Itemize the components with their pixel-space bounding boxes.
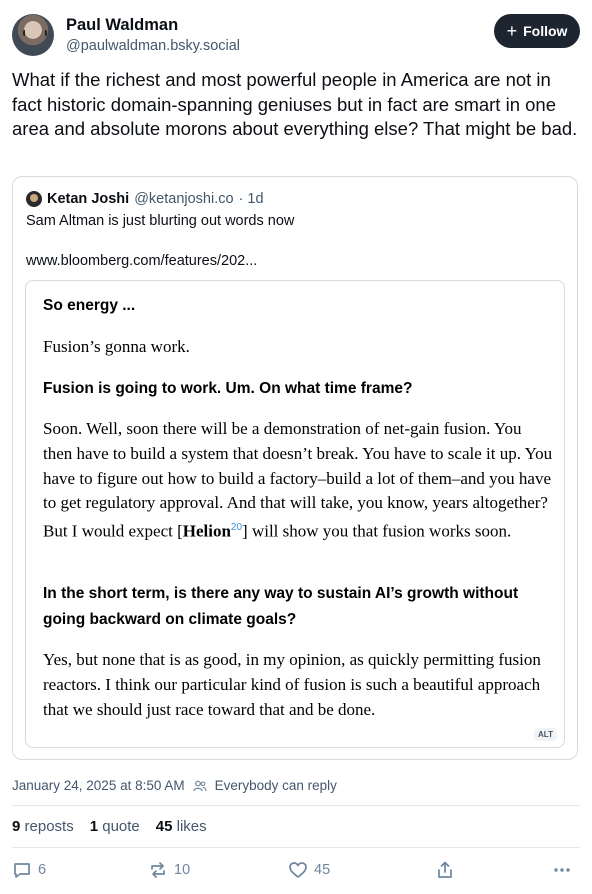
quote-link[interactable]: www.bloomberg.com/features/202... bbox=[26, 253, 257, 269]
post-stats: 9 reposts 1 quote 45 likes bbox=[12, 818, 207, 835]
repost-button[interactable]: 10 bbox=[148, 860, 190, 880]
avatar[interactable] bbox=[12, 14, 54, 56]
post-meta: January 24, 2025 at 8:50 AM Everybody ca… bbox=[12, 778, 337, 793]
helion-name: Helion bbox=[182, 521, 231, 541]
author-handle[interactable]: @paulwaldman.bsky.social bbox=[66, 38, 240, 54]
quotes-count: 1 bbox=[89, 818, 99, 835]
quote-avatar bbox=[26, 191, 42, 207]
quote-author-name: Ketan Joshi bbox=[47, 191, 130, 207]
author-name[interactable]: Paul Waldman bbox=[66, 16, 178, 35]
follow-button[interactable]: + Follow bbox=[494, 14, 580, 48]
divider bbox=[12, 805, 580, 806]
divider bbox=[12, 847, 580, 848]
interview-question-3: In the short term, is there any way to s… bbox=[43, 585, 519, 628]
answer-2-end: ] will show you that fusion works soon. bbox=[242, 521, 512, 541]
more-options-button[interactable] bbox=[552, 860, 572, 880]
quote-author-handle: @ketanjoshi.co bbox=[134, 191, 234, 207]
more-icon bbox=[554, 868, 570, 872]
likes-count: 45 bbox=[155, 818, 173, 835]
reply-count: 6 bbox=[38, 862, 47, 878]
quote-text: Sam Altman is just blurting out words no… bbox=[26, 213, 295, 229]
reply-button[interactable]: 6 bbox=[12, 860, 46, 880]
quote-time: · 1d bbox=[238, 191, 264, 207]
share-button[interactable] bbox=[435, 860, 455, 880]
timestamp: January 24, 2025 at 8:50 AM bbox=[12, 778, 185, 793]
interview-question-1: So energy ... bbox=[43, 297, 136, 314]
quote-header: Ketan Joshi @ketanjoshi.co · 1d bbox=[26, 191, 264, 207]
reposts-count: 9 bbox=[12, 818, 21, 835]
footnote-ref: 20 bbox=[230, 522, 243, 534]
post-text: What if the richest and most powerful pe… bbox=[12, 69, 578, 139]
like-count: 45 bbox=[314, 862, 331, 878]
alt-badge[interactable]: ALT bbox=[534, 728, 557, 741]
repost-count: 10 bbox=[174, 862, 191, 878]
reply-icon bbox=[14, 863, 30, 878]
post-header: Paul Waldman @paulwaldman.bsky.social + … bbox=[12, 12, 580, 58]
reposts-stat[interactable]: 9 reposts bbox=[12, 818, 74, 835]
likes-stat[interactable]: 45 likes bbox=[156, 818, 207, 835]
follow-label: Follow bbox=[523, 23, 568, 39]
likes-label: likes bbox=[176, 818, 207, 835]
interview-answer-2: Soon. Well, soon there will be a demonst… bbox=[43, 417, 555, 545]
interview-answer-1: Fusion’s gonna work. bbox=[43, 337, 190, 356]
quote-post-card[interactable]: Ketan Joshi @ketanjoshi.co · 1d Sam Altm… bbox=[12, 176, 578, 760]
repost-icon bbox=[151, 862, 165, 878]
people-icon bbox=[193, 780, 207, 792]
embedded-image[interactable]: So energy ... Fusion’s gonna work. Fusio… bbox=[25, 280, 565, 748]
quotes-label: quote bbox=[102, 818, 140, 835]
plus-icon: + bbox=[506, 21, 518, 41]
like-button[interactable]: 45 bbox=[288, 860, 330, 880]
action-bar: 6 10 45 bbox=[12, 860, 580, 884]
interview-question-2: Fusion is going to work. Um. On what tim… bbox=[43, 380, 413, 397]
heart-icon bbox=[289, 862, 307, 878]
quotes-stat[interactable]: 1 quote bbox=[90, 818, 140, 835]
share-icon bbox=[438, 861, 452, 878]
reply-setting[interactable]: Everybody can reply bbox=[215, 778, 337, 793]
interview-answer-3: Yes, but none that is as good, in my opi… bbox=[43, 650, 541, 719]
reposts-label: reposts bbox=[24, 818, 74, 835]
